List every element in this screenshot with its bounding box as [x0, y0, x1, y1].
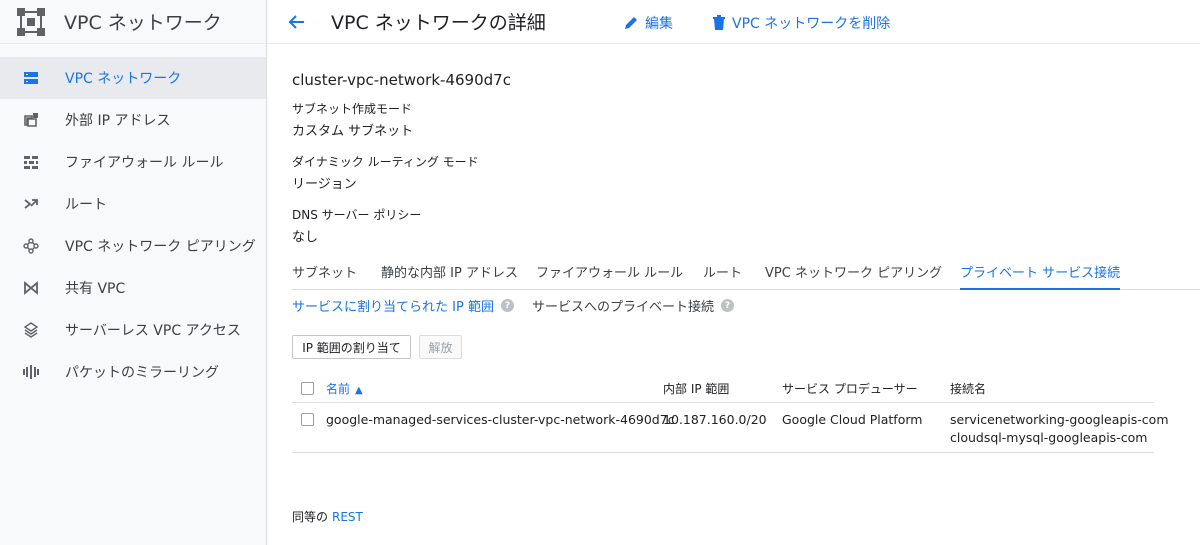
sidebar-item-serverless-vpc[interactable]: サーバーレス VPC アクセス: [0, 309, 266, 351]
sidebar-item-label: 外部 IP アドレス: [65, 113, 171, 129]
sidebar-item-vpc-network[interactable]: VPC ネットワーク: [0, 57, 266, 99]
packet-mirroring-icon: [22, 363, 40, 381]
subnet-mode-label: サブネット作成モード: [292, 102, 413, 116]
sidebar-item-label: パケットのミラーリング: [65, 365, 219, 381]
column-header-ip-range: 内部 IP 範囲: [663, 382, 730, 396]
main-content: cluster-vpc-network-4690d7c サブネット作成モード カ…: [292, 44, 1200, 545]
sidebar-nav: VPC ネットワーク 外部 IP アドレス ファイアウォール ルール ルート V…: [0, 57, 266, 393]
sidebar-item-routes[interactable]: ルート: [0, 183, 266, 225]
subtab-allocated-ip-ranges[interactable]: サービスに割り当てられた IP 範囲 ?: [292, 296, 514, 315]
cell-ip-range: 10.187.160.0/20: [663, 412, 767, 427]
select-all-checkbox[interactable]: [301, 382, 314, 395]
sidebar-title: VPC ネットワーク: [64, 12, 222, 34]
footer-prefix: 同等の: [292, 510, 329, 524]
firewall-icon: [22, 153, 40, 171]
cell-connection: servicenetworking-googleapis-com cloudsq…: [950, 411, 1169, 447]
sidebar-item-label: ファイアウォール ルール: [65, 155, 224, 171]
back-button[interactable]: [285, 10, 309, 34]
subtab-label: サービスへのプライベート接続: [532, 300, 715, 315]
help-icon[interactable]: ?: [721, 299, 735, 312]
shared-vpc-icon: [22, 279, 40, 297]
detail-tabs: サブネット 静的な内部 IP アドレス ファイアウォール ルール ルート VPC…: [292, 262, 1200, 290]
tab-vpc-peering[interactable]: VPC ネットワーク ピアリング: [765, 262, 942, 289]
cell-producer: Google Cloud Platform: [782, 412, 923, 427]
vpc-network-logo-icon: [16, 7, 46, 37]
connection-name: servicenetworking-googleapis-com: [950, 412, 1169, 427]
tab-subnets[interactable]: サブネット: [292, 262, 357, 289]
sidebar-item-external-ip[interactable]: 外部 IP アドレス: [0, 99, 266, 141]
rest-link[interactable]: REST: [332, 510, 363, 524]
sidebar-item-label: ルート: [65, 197, 107, 213]
delete-vpc-button-label: VPC ネットワークを削除: [732, 16, 891, 32]
tab-firewall-rules[interactable]: ファイアウォール ルール: [536, 262, 683, 289]
network-name: cluster-vpc-network-4690d7c: [292, 71, 511, 89]
sidebar-item-shared-vpc[interactable]: 共有 VPC: [0, 267, 266, 309]
subtab-private-connections[interactable]: サービスへのプライベート接続 ?: [532, 296, 735, 315]
row-checkbox[interactable]: [301, 413, 314, 426]
edit-button-label: 編集: [645, 16, 673, 32]
page-header: VPC ネットワークの詳細 編集 VPC ネットワークを削除: [267, 0, 1200, 44]
tab-static-internal-ip[interactable]: 静的な内部 IP アドレス: [381, 262, 518, 289]
delete-vpc-button[interactable]: VPC ネットワークを削除: [712, 13, 890, 33]
sidebar-item-packet-mirroring[interactable]: パケットのミラーリング: [0, 351, 266, 393]
sort-ascending-icon: ▲: [355, 385, 363, 396]
tab-private-service-connection[interactable]: プライベート サービス接続: [960, 262, 1121, 290]
column-header-connection: 接続名: [950, 382, 987, 396]
allocate-ip-range-button[interactable]: IP 範囲の割り当て: [292, 335, 411, 359]
cell-name[interactable]: google-managed-services-cluster-vpc-netw…: [326, 411, 675, 429]
column-header-producer: サービス プロデューサー: [782, 382, 918, 396]
routing-mode-label: ダイナミック ルーティング モード: [292, 155, 479, 169]
external-ip-icon: [22, 111, 40, 129]
routing-mode-value: リージョン: [292, 177, 357, 192]
column-header-label: 名前: [326, 382, 351, 396]
pencil-icon: [625, 17, 637, 29]
sidebar-item-label: VPC ネットワーク: [65, 71, 182, 87]
sidebar-item-firewall[interactable]: ファイアウォール ルール: [0, 141, 266, 183]
sidebar-item-label: 共有 VPC: [65, 281, 126, 297]
dns-policy-label: DNS サーバー ポリシー: [292, 208, 422, 222]
vpc-network-icon: [22, 69, 40, 87]
sidebar-item-label: VPC ネットワーク ピアリング: [65, 239, 256, 255]
connection-name: cloudsql-mysql-googleapis-com: [950, 430, 1148, 445]
table-header-row: 名前 ▲ 内部 IP 範囲 サービス プロデューサー 接続名: [292, 375, 1154, 403]
edit-button[interactable]: 編集: [623, 13, 673, 33]
release-button[interactable]: 解放: [419, 335, 462, 359]
sidebar-item-peering[interactable]: VPC ネットワーク ピアリング: [0, 225, 266, 267]
table-row: google-managed-services-cluster-vpc-netw…: [292, 403, 1169, 453]
subtab-label: サービスに割り当てられた IP 範囲: [292, 300, 494, 315]
equivalent-rest-footer: 同等の REST: [292, 508, 363, 525]
dns-policy-value: なし: [292, 230, 319, 245]
trash-icon: [713, 15, 725, 30]
subnet-mode-value: カスタム サブネット: [292, 124, 414, 139]
sidebar-item-label: サーバーレス VPC アクセス: [65, 323, 241, 339]
routes-icon: [22, 195, 40, 213]
column-header-name[interactable]: 名前 ▲: [326, 380, 363, 397]
page-title: VPC ネットワークの詳細: [331, 12, 546, 34]
sidebar-header: VPC ネットワーク: [0, 0, 266, 44]
sidebar: VPC ネットワーク VPC ネットワーク 外部 IP アドレス ファイアウォー…: [0, 0, 267, 545]
tab-routes[interactable]: ルート: [703, 262, 742, 289]
help-icon[interactable]: ?: [500, 299, 514, 312]
peering-icon: [22, 237, 40, 255]
arrow-left-icon: [288, 14, 304, 29]
serverless-vpc-icon: [22, 321, 40, 339]
